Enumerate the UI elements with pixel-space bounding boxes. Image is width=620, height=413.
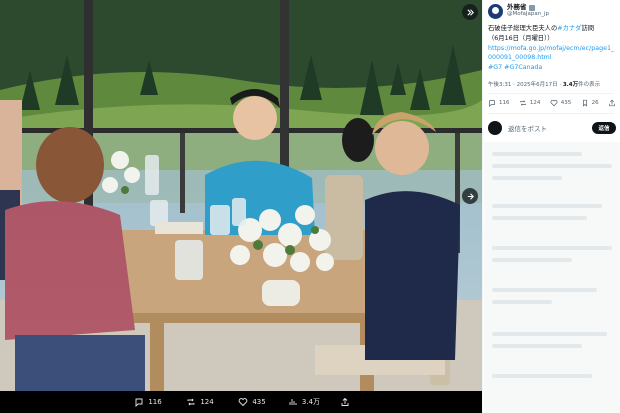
- post-hashtags[interactable]: #G7 #G7Canada: [488, 63, 616, 73]
- reply-submit-button[interactable]: 返信: [592, 122, 616, 134]
- media-reply-count: 116: [148, 398, 162, 406]
- blurred-line: [492, 300, 552, 304]
- post-text: 石破佳子総理大臣夫人の#カナダ訪問 （6月16日（月曜日）） https://m…: [488, 24, 616, 73]
- repost-button[interactable]: 124: [519, 99, 541, 107]
- post-viewer: 116 124 435 3.4万 外務省 @MofaJapan_jp 石破佳子総…: [0, 0, 620, 413]
- views-icon: [289, 399, 297, 405]
- post-text-line-1: 石破佳子総理大臣夫人の#カナダ訪問: [488, 24, 616, 34]
- post-views-count: 3.4万: [562, 82, 579, 88]
- blurred-line: [492, 332, 607, 336]
- reply-icon: [135, 398, 143, 407]
- double-chevron-right-icon: [466, 8, 474, 16]
- hashtag-canada-link[interactable]: #カナダ: [557, 25, 581, 32]
- media-action-bar: 116 124 435 3.4万: [0, 391, 482, 413]
- blurred-line: [492, 204, 602, 208]
- blurred-line: [492, 288, 597, 292]
- reply-composer: 返信をポスト 返信: [488, 120, 616, 136]
- media-share-button[interactable]: [330, 397, 360, 407]
- media-views-count: 3.4万: [301, 398, 321, 406]
- post-photo: [0, 0, 482, 391]
- next-image-button[interactable]: [462, 188, 478, 204]
- post-views-label: 件の表示: [578, 82, 601, 88]
- media-viewer[interactable]: 116 124 435 3.4万: [0, 0, 482, 413]
- blurred-line: [492, 246, 612, 250]
- blurred-line: [492, 216, 587, 220]
- bookmark-button[interactable]: 26: [581, 99, 599, 107]
- share-icon: [609, 99, 615, 107]
- author-name-text: 外務省: [507, 3, 527, 11]
- verified-badge-icon: [528, 4, 535, 11]
- like-count: 435: [560, 100, 572, 106]
- divider: [488, 113, 614, 114]
- post-timestamp[interactable]: 午後3:31 · 2025年6月17日 ·: [488, 82, 563, 88]
- bookmark-icon: [582, 99, 587, 107]
- blurred-line: [492, 164, 612, 168]
- reply-input[interactable]: 返信をポスト: [508, 123, 592, 133]
- post-actions: 116 124 435 26: [488, 99, 616, 107]
- post-text-line-2: （6月16日（月曜日））: [488, 34, 554, 42]
- media-like-count: 435: [252, 398, 266, 406]
- share-icon: [341, 397, 349, 406]
- share-button[interactable]: [608, 99, 616, 107]
- author-names: 外務省 @MofaJapan_jp: [507, 3, 549, 18]
- heart-icon: [238, 398, 248, 407]
- blurred-line: [492, 344, 582, 348]
- heart-icon: [550, 99, 558, 107]
- post-author[interactable]: 外務省 @MofaJapan_jp: [488, 3, 549, 19]
- reply-count: 116: [499, 100, 510, 106]
- like-button[interactable]: 435: [550, 99, 572, 107]
- repost-icon: [520, 100, 526, 106]
- author-handle[interactable]: @MofaJapan_jp: [507, 11, 549, 17]
- blurred-replies-area: [484, 142, 620, 413]
- arrow-right-icon: [467, 192, 474, 200]
- author-display-name[interactable]: 外務省: [507, 3, 549, 11]
- repost-count: 124: [529, 100, 541, 106]
- media-reply-button[interactable]: 116: [122, 397, 174, 407]
- media-like-button[interactable]: 435: [226, 397, 278, 407]
- divider: [488, 93, 614, 94]
- post-text-prefix: 石破佳子総理大臣夫人の: [488, 25, 558, 32]
- blurred-line: [492, 176, 562, 180]
- media-views-button[interactable]: 3.4万: [278, 397, 330, 407]
- blurred-line: [492, 258, 572, 262]
- current-user-avatar: [488, 121, 502, 135]
- blurred-line: [492, 374, 592, 378]
- reply-icon: [489, 100, 495, 107]
- reply-button[interactable]: 116: [488, 99, 510, 107]
- post-meta: 午後3:31 · 2025年6月17日 · 3.4万件の表示: [488, 80, 600, 88]
- author-avatar[interactable]: [488, 4, 503, 19]
- blurred-line: [492, 152, 582, 156]
- post-url-link[interactable]: https://mofa.go.jp/mofaj/ecm/ec/page1_00…: [488, 44, 616, 64]
- media-repost-count: 124: [200, 398, 214, 406]
- bookmark-count: 26: [591, 100, 599, 106]
- post-text-suffix: 訪問: [581, 25, 595, 32]
- repost-icon: [187, 398, 195, 406]
- media-repost-button[interactable]: 124: [174, 397, 226, 407]
- expand-icon[interactable]: [462, 4, 478, 20]
